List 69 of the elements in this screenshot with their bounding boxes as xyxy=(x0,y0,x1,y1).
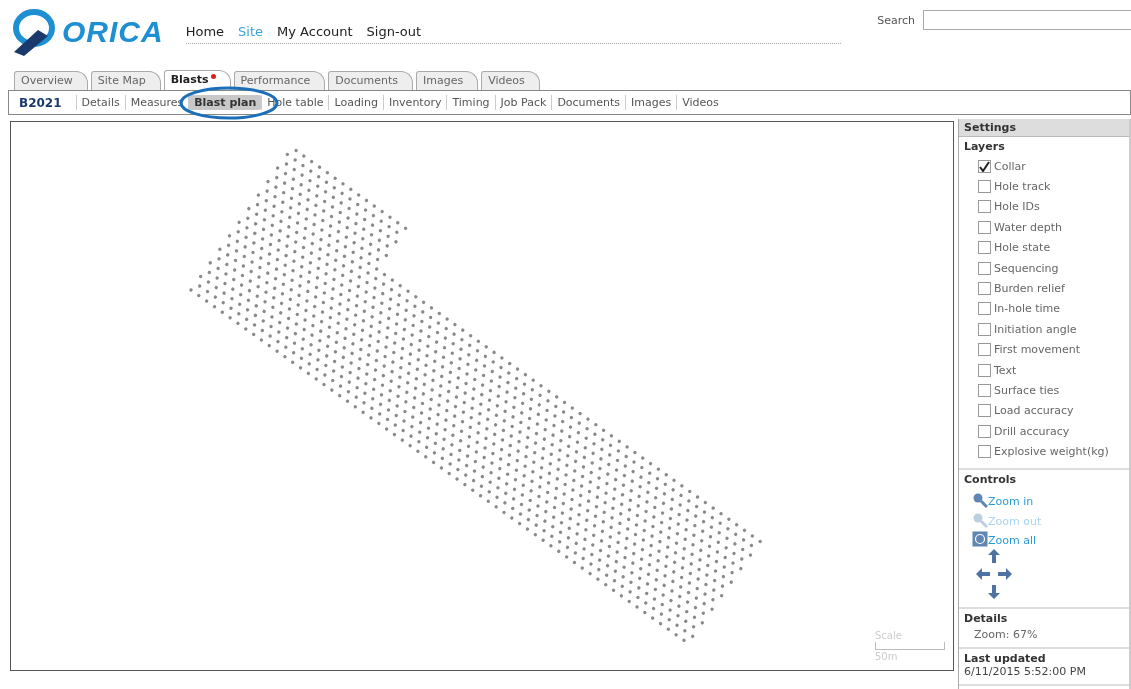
section-title: Layers xyxy=(964,140,1006,153)
subnav-link[interactable]: Images xyxy=(625,95,677,110)
checkbox[interactable] xyxy=(978,404,991,418)
layer-label: Water depth xyxy=(994,220,1063,234)
nav-link[interactable]: Sign-out xyxy=(366,24,422,39)
layer-label: In-hole time xyxy=(994,302,1061,316)
pan-down-arrow-icon[interactable] xyxy=(987,585,1001,600)
logo-text: ORICA xyxy=(62,15,164,49)
tab[interactable]: Blasts xyxy=(163,70,231,90)
checkbox[interactable] xyxy=(978,343,991,357)
layer-label: Load accuracy xyxy=(994,404,1074,418)
subnav-link[interactable]: Inventory xyxy=(382,95,447,110)
checkbox[interactable] xyxy=(978,363,991,377)
section-title: Details xyxy=(964,612,1009,626)
nav-link[interactable]: My Account xyxy=(277,24,353,39)
search-field[interactable] xyxy=(923,10,1131,30)
checkbox[interactable] xyxy=(978,180,991,194)
subnav-link[interactable]: Documents xyxy=(551,95,626,110)
layer-label: Collar xyxy=(994,159,1026,173)
last-updated-time: 6/11/2015 5:52:00 PM xyxy=(964,665,1087,679)
checkbox[interactable] xyxy=(978,200,991,214)
checkbox[interactable] xyxy=(978,302,991,316)
tab[interactable]: Documents xyxy=(328,71,413,90)
pan-left-arrow-icon[interactable] xyxy=(976,567,990,582)
section-title: Controls xyxy=(964,472,1018,486)
checkbox[interactable] xyxy=(978,220,991,234)
nav-link[interactable]: Home xyxy=(185,24,225,39)
checkbox[interactable] xyxy=(978,322,991,336)
layer-label: Explosive weight(kg) xyxy=(994,445,1109,459)
subnav-link[interactable]: Timing xyxy=(446,95,495,110)
layer-label: Burden relief xyxy=(994,282,1065,296)
search-label: Search xyxy=(877,13,915,27)
layer-label: Sequencing xyxy=(994,261,1059,275)
blast-id: B2021 xyxy=(19,95,62,110)
layer-label: Text xyxy=(994,363,1017,377)
layer-label: Drill accuracy xyxy=(994,424,1070,438)
tab[interactable]: Site Map xyxy=(90,71,161,90)
subnav-link[interactable]: Details xyxy=(75,95,125,110)
checkbox[interactable] xyxy=(978,241,991,255)
checkbox[interactable] xyxy=(978,261,991,275)
checkbox[interactable] xyxy=(978,282,991,296)
tab[interactable]: Performance xyxy=(233,71,326,90)
tab[interactable]: Overview xyxy=(14,71,88,90)
subnav-link[interactable]: Videos xyxy=(676,95,724,110)
layer-label: Hole IDs xyxy=(994,200,1040,214)
pan-up-arrow-icon[interactable] xyxy=(987,549,1001,564)
tab[interactable]: Videos xyxy=(481,71,540,90)
checkbox[interactable] xyxy=(978,159,991,173)
subnav-link[interactable]: Blast plan xyxy=(188,95,262,110)
checkmark-icon xyxy=(979,160,990,172)
layer-label: Hole state xyxy=(994,241,1051,255)
checkbox[interactable] xyxy=(978,384,991,397)
section-title: Last updated xyxy=(964,652,1047,666)
panel-title: Settings xyxy=(959,119,1129,137)
layer-label: Surface ties xyxy=(994,384,1060,397)
pan-right-arrow-icon[interactable] xyxy=(998,567,1012,582)
tab[interactable]: Images xyxy=(416,71,479,90)
layer-label: First movement xyxy=(994,343,1081,357)
subnav-link[interactable]: Job Pack xyxy=(494,95,552,110)
layer-label: Hole track xyxy=(994,180,1051,194)
checkbox[interactable] xyxy=(978,445,991,459)
scale-bar xyxy=(875,642,945,650)
layer-label: Initiation angle xyxy=(994,322,1077,336)
zoom-level: Zoom: 67% xyxy=(974,628,1039,642)
zoom-extent-icon xyxy=(972,531,988,548)
magnifier-minus-icon xyxy=(972,511,988,528)
checkbox[interactable] xyxy=(978,424,991,438)
magnifier-plus-icon xyxy=(972,492,988,509)
subnav-link[interactable]: Loading xyxy=(328,95,383,110)
